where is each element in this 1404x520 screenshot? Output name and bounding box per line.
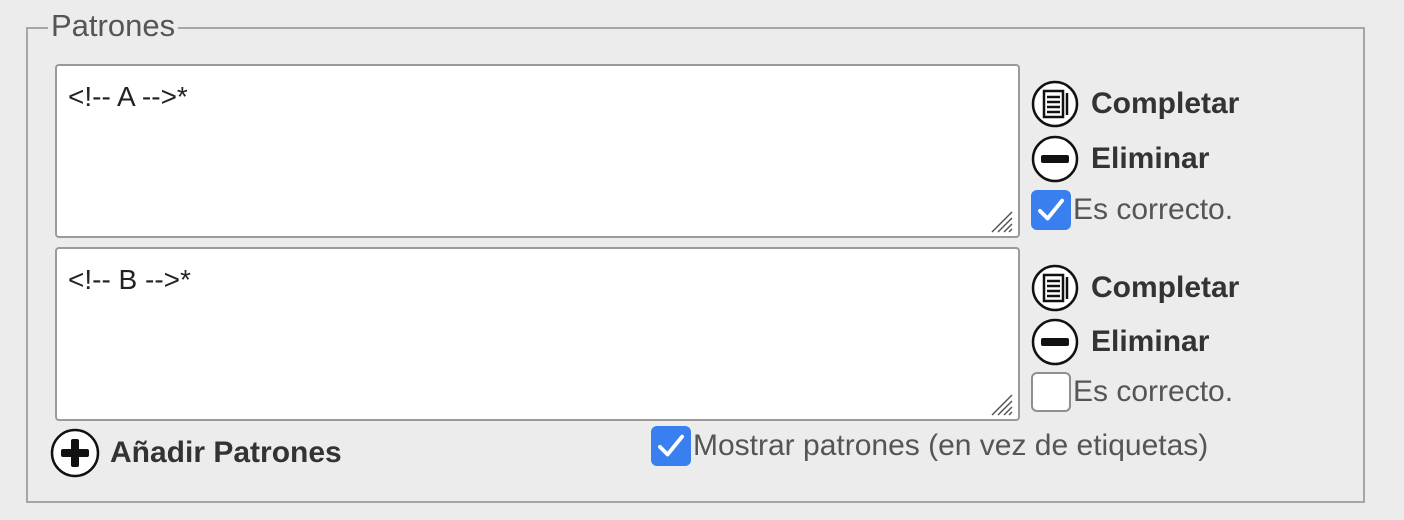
correct-checkbox-b[interactable]: [1031, 372, 1071, 412]
minus-circle-icon: [1031, 318, 1079, 366]
resize-grip-icon[interactable]: [988, 391, 1014, 417]
complete-label: Completar: [1091, 87, 1240, 120]
document-list-icon: [1031, 264, 1079, 312]
resize-grip-icon[interactable]: [988, 208, 1014, 234]
complete-label: Completar: [1091, 271, 1240, 304]
correct-checkbox-row-b[interactable]: Es correcto.: [1031, 372, 1233, 412]
remove-label: Eliminar: [1091, 325, 1210, 358]
remove-label: Eliminar: [1091, 142, 1210, 175]
complete-button-b[interactable]: Completar: [1031, 264, 1239, 312]
checkmark-icon: [658, 434, 684, 457]
checkmark-icon: [1038, 198, 1064, 221]
remove-button-a[interactable]: Eliminar: [1031, 135, 1209, 183]
show-patterns-row[interactable]: Mostrar patrones (en vez de etiquetas): [651, 426, 1208, 466]
correct-checkbox-a[interactable]: [1031, 190, 1071, 230]
minus-circle-icon: [1031, 135, 1079, 183]
add-patterns-label: Añadir Patrones: [110, 436, 342, 469]
show-patterns-label: Mostrar patrones (en vez de etiquetas): [693, 429, 1209, 462]
show-patterns-checkbox[interactable]: [651, 426, 691, 466]
complete-button-a[interactable]: Completar: [1031, 80, 1239, 128]
correct-label: Es correcto.: [1073, 375, 1234, 408]
fieldset-legend: Patrones: [48, 8, 179, 44]
correct-label: Es correcto.: [1073, 193, 1234, 226]
pattern-textarea-a[interactable]: [55, 64, 1020, 238]
pattern-textarea-b[interactable]: [55, 247, 1020, 421]
document-list-icon: [1031, 80, 1079, 128]
remove-button-b[interactable]: Eliminar: [1031, 318, 1209, 366]
add-patterns-button[interactable]: Añadir Patrones: [50, 428, 342, 478]
correct-checkbox-row-a[interactable]: Es correcto.: [1031, 190, 1233, 230]
plus-circle-icon: [50, 428, 100, 478]
